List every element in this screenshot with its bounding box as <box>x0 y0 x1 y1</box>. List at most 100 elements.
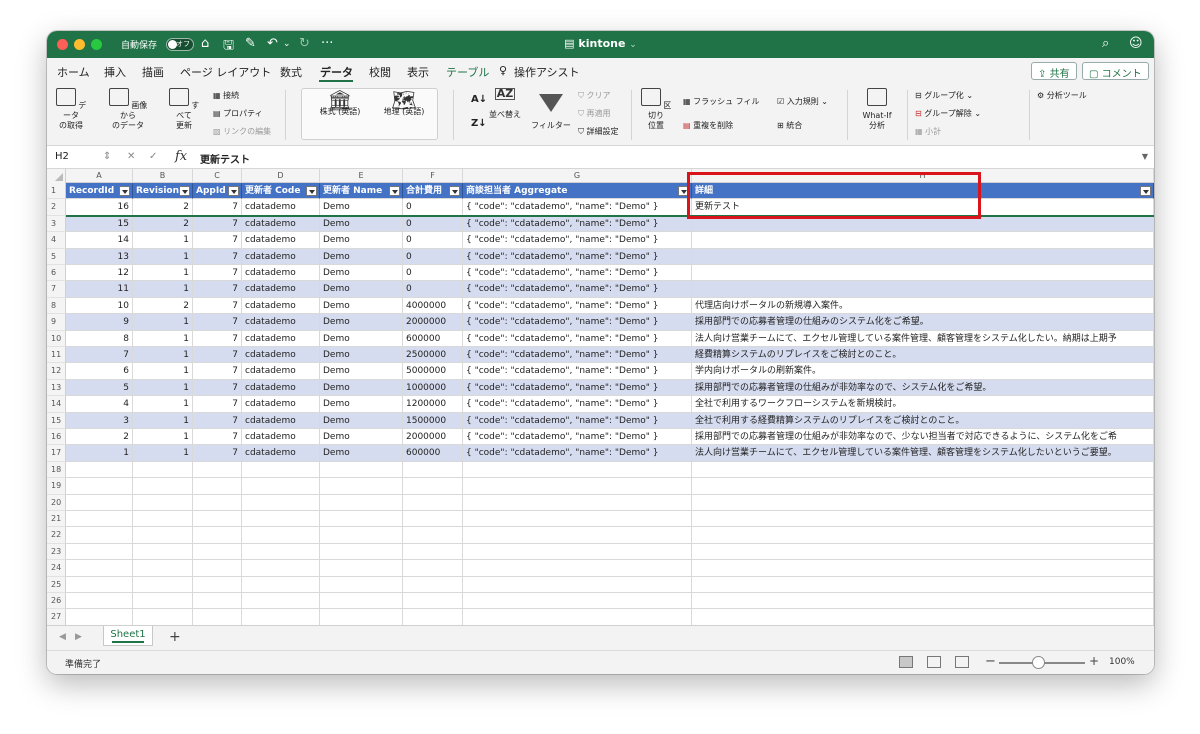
table-cell[interactable]: 7 <box>193 445 242 462</box>
previous-sheet-icon[interactable]: ◀ <box>59 632 66 642</box>
column-header-a[interactable]: A <box>66 169 133 183</box>
tab-review[interactable]: 校閲 <box>369 64 391 80</box>
table-cell[interactable]: 1 <box>133 445 193 462</box>
empty-cell[interactable] <box>193 609 242 625</box>
table-cell[interactable]: 16 <box>66 199 133 216</box>
filter-dropdown-icon[interactable] <box>228 186 239 196</box>
table-cell[interactable]: 7 <box>193 215 242 233</box>
empty-cell[interactable] <box>133 609 193 625</box>
table-cell[interactable]: 1 <box>133 330 193 347</box>
empty-cell[interactable] <box>692 560 1154 577</box>
tab-draw[interactable]: 描画 <box>142 64 164 80</box>
name-box[interactable]: H2 <box>55 151 69 162</box>
table-cell[interactable]: 1 <box>133 429 193 446</box>
row-header[interactable]: 11 <box>47 347 66 364</box>
table-cell[interactable] <box>692 232 1154 249</box>
empty-cell[interactable] <box>403 576 463 593</box>
empty-cell[interactable] <box>193 527 242 544</box>
table-cell[interactable]: Demo <box>320 297 403 315</box>
table-cell[interactable]: cdatademo <box>242 248 320 265</box>
cancel-formula-icon[interactable]: ✕ <box>127 151 135 162</box>
table-cell[interactable]: 法人向け営業チームにて、エクセル管理している案件管理、顧客管理をシステム化したい… <box>692 445 1154 462</box>
table-cell[interactable]: 7 <box>193 314 242 331</box>
normal-view-icon[interactable] <box>899 656 913 668</box>
empty-cell[interactable] <box>320 478 403 495</box>
filter-dropdown-icon[interactable] <box>306 186 317 196</box>
stocks-button[interactable]: 🏛 株式 (英語) <box>310 90 370 117</box>
table-header-cell[interactable]: AppId <box>193 183 242 200</box>
empty-cell[interactable] <box>193 461 242 479</box>
tell-me-search[interactable]: 操作アシスト <box>514 64 580 80</box>
table-cell[interactable]: 1200000 <box>403 396 463 413</box>
table-cell[interactable]: 7 <box>193 297 242 315</box>
empty-cell[interactable] <box>66 478 133 495</box>
table-cell[interactable]: 0 <box>403 199 463 216</box>
table-cell[interactable]: Demo <box>320 429 403 446</box>
table-cell[interactable]: 7 <box>193 379 242 397</box>
sheet-tab-sheet1[interactable]: Sheet1 <box>103 626 153 646</box>
table-cell[interactable]: Demo <box>320 248 403 265</box>
table-cell[interactable]: 11 <box>66 281 133 298</box>
table-cell[interactable]: Demo <box>320 199 403 216</box>
table-cell[interactable]: 1 <box>133 232 193 249</box>
ungroup-button[interactable]: ⊟ グループ解除 ⌄ <box>915 108 981 119</box>
table-cell[interactable]: 600000 <box>403 445 463 462</box>
column-header-e[interactable]: E <box>320 169 403 183</box>
add-sheet-button[interactable]: + <box>169 629 181 645</box>
table-cell[interactable]: 0 <box>403 265 463 282</box>
row-header[interactable]: 7 <box>47 281 66 298</box>
reapply-button[interactable]: ⛉ 再適用 <box>578 108 611 119</box>
empty-cell[interactable] <box>242 511 320 528</box>
table-cell[interactable]: cdatademo <box>242 330 320 347</box>
clear-filter-button[interactable]: ⛉ クリア <box>578 90 611 101</box>
table-cell[interactable]: cdatademo <box>242 199 320 216</box>
filter-button[interactable]: フィルター <box>529 88 573 131</box>
table-cell[interactable]: 7 <box>193 363 242 380</box>
table-cell[interactable]: 0 <box>403 215 463 233</box>
table-cell[interactable]: Demo <box>320 445 403 462</box>
empty-cell[interactable] <box>692 511 1154 528</box>
row-header[interactable]: 22 <box>47 527 66 544</box>
table-cell[interactable]: 13 <box>66 248 133 265</box>
empty-cell[interactable] <box>242 543 320 561</box>
table-header-cell[interactable]: 合計費用 <box>403 183 463 200</box>
empty-cell[interactable] <box>133 527 193 544</box>
empty-cell[interactable] <box>403 527 463 544</box>
table-cell[interactable]: 1 <box>133 314 193 331</box>
table-cell[interactable]: 全社で利用する経費精算システムのリプレイスをご検討とのこと。 <box>692 412 1154 429</box>
table-cell[interactable]: 1 <box>133 379 193 397</box>
data-validation-button[interactable]: ☑ 入力規則 ⌄ <box>777 96 828 107</box>
empty-cell[interactable] <box>66 461 133 479</box>
table-cell[interactable]: Demo <box>320 281 403 298</box>
empty-cell[interactable] <box>463 478 692 495</box>
collaboration-icon[interactable]: ☺ <box>1129 36 1143 51</box>
table-cell[interactable]: 4 <box>66 396 133 413</box>
table-cell[interactable]: Demo <box>320 396 403 413</box>
row-header[interactable]: 17 <box>47 445 66 462</box>
empty-cell[interactable] <box>403 494 463 511</box>
empty-cell[interactable] <box>242 461 320 479</box>
empty-cell[interactable] <box>242 609 320 625</box>
page-layout-view-icon[interactable] <box>927 656 941 668</box>
tab-table[interactable]: テーブル <box>446 64 489 80</box>
empty-cell[interactable] <box>242 478 320 495</box>
table-cell[interactable]: 4000000 <box>403 297 463 315</box>
row-header[interactable]: 21 <box>47 511 66 528</box>
table-cell[interactable]: 7 <box>193 396 242 413</box>
table-cell[interactable]: 5 <box>66 379 133 397</box>
row-header[interactable]: 27 <box>47 609 66 625</box>
row-header[interactable]: 8 <box>47 297 66 315</box>
table-cell[interactable]: { "code": "cdatademo", "name": "Demo" } <box>463 396 692 413</box>
table-cell[interactable]: 2000000 <box>403 314 463 331</box>
table-cell[interactable]: { "code": "cdatademo", "name": "Demo" } <box>463 363 692 380</box>
empty-cell[interactable] <box>133 478 193 495</box>
confirm-formula-icon[interactable]: ✓ <box>149 151 157 162</box>
table-cell[interactable]: 7 <box>193 248 242 265</box>
analysis-tools-button[interactable]: ⚙ 分析ツール <box>1037 90 1087 101</box>
table-cell[interactable]: 1 <box>66 445 133 462</box>
empty-cell[interactable] <box>133 560 193 577</box>
table-cell[interactable]: cdatademo <box>242 314 320 331</box>
empty-cell[interactable] <box>692 576 1154 593</box>
table-cell[interactable]: Demo <box>320 412 403 429</box>
empty-cell[interactable] <box>133 511 193 528</box>
